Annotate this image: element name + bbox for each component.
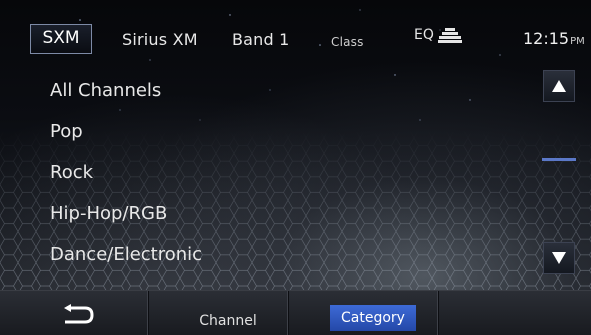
category-indicator: Class [331, 35, 364, 49]
source-sxm-button[interactable]: SXM [30, 24, 92, 54]
top-status-bar: SXM Sirius XM Band 1 Class EQ 12:15 PM [0, 0, 591, 62]
clock: 12:15 PM [523, 29, 585, 48]
scroll-position-indicator[interactable] [542, 158, 576, 161]
bottom-tab-bar [0, 290, 591, 335]
scroll-down-button[interactable] [543, 242, 575, 274]
list-item[interactable]: All Channels [50, 70, 520, 111]
tab-category[interactable]: Category [330, 305, 416, 331]
triangle-up-icon [552, 80, 566, 92]
return-arrow-icon [64, 303, 94, 323]
list-item[interactable]: Pop [50, 111, 520, 152]
eq-label: EQ [414, 27, 434, 43]
equalizer-icon [437, 28, 462, 43]
clock-time: 12:15 [523, 29, 570, 48]
list-item[interactable]: Rock [50, 152, 520, 193]
eq-indicator[interactable]: EQ [414, 27, 462, 43]
triangle-down-icon [552, 252, 566, 264]
band-label: Band 1 [232, 30, 290, 49]
back-button[interactable] [8, 291, 149, 335]
list-item[interactable]: Dance/Electronic [50, 234, 520, 275]
clock-ampm: PM [570, 36, 585, 47]
list-item[interactable]: Hip-Hop/RGB [50, 193, 520, 234]
category-list: All Channels Pop Rock Hip-Hop/RGB Dance/… [50, 70, 520, 275]
scroll-up-button[interactable] [543, 70, 575, 102]
radio-screen: SXM Sirius XM Band 1 Class EQ 12:15 PM A… [0, 0, 591, 335]
tab-empty-segment [438, 291, 591, 335]
tab-channel[interactable]: Channel [188, 313, 268, 329]
service-name: Sirius XM [122, 30, 198, 49]
